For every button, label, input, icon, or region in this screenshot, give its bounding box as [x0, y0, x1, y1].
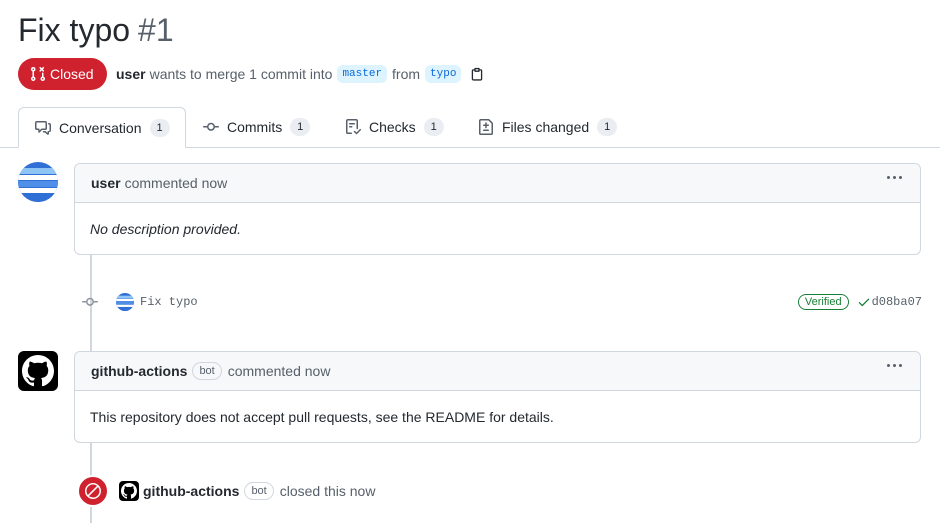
state-label: Closed: [50, 66, 94, 82]
comment-timestamp: commented now: [227, 363, 331, 379]
tab-files-changed-count: 1: [597, 118, 618, 136]
closed-event: github-actions bot closed this now: [77, 475, 376, 507]
head-branch[interactable]: typo: [425, 65, 462, 83]
checklist-icon: [346, 119, 361, 135]
copy-icon: [472, 67, 483, 81]
comment-discussion-icon: [35, 120, 51, 135]
bot-label: bot: [244, 482, 274, 500]
merge-text: wants to merge 1 commit into: [149, 66, 333, 82]
comment-timestamp: commented now: [124, 175, 228, 191]
comment-options-button[interactable]: [887, 364, 902, 367]
comment-options-button[interactable]: [887, 176, 902, 179]
github-mark-icon: [22, 355, 54, 387]
state-badge: Closed: [18, 58, 107, 90]
comment-body: No description provided.: [75, 203, 920, 254]
file-diff-icon: [479, 119, 493, 135]
comment-box: github-actions bot commented now This re…: [74, 351, 921, 443]
pr-title: Fix typo: [18, 12, 131, 48]
tab-conversation-label: Conversation: [59, 119, 142, 136]
commit-item: Fix typo Verified d08ba07: [82, 290, 922, 314]
pr-meta: user wants to merge 1 commit into master…: [116, 58, 484, 90]
event-text: closed this now: [279, 483, 376, 499]
base-branch[interactable]: master: [337, 65, 388, 83]
avatar[interactable]: [18, 162, 58, 202]
tab-checks[interactable]: Checks 1: [345, 107, 444, 147]
pr-author-link[interactable]: user: [116, 66, 146, 82]
git-commit-icon: [203, 122, 219, 131]
comment-header: github-actions bot commented now: [75, 352, 920, 391]
check-icon: [858, 298, 869, 307]
tab-commits[interactable]: Commits 1: [203, 107, 311, 147]
comment-header: user commented now: [75, 164, 920, 203]
git-commit-icon: [82, 297, 98, 306]
comment-text: No description provided.: [90, 220, 241, 237]
tab-commits-count: 1: [290, 118, 311, 136]
closed-badge: [77, 475, 109, 507]
tab-conversation-count: 1: [149, 118, 170, 137]
tab-checks-label: Checks: [369, 119, 416, 135]
avatar[interactable]: [18, 351, 58, 391]
commit-message-link[interactable]: Fix typo: [140, 295, 198, 309]
commit-sha-link[interactable]: d08ba07: [872, 295, 922, 309]
pr-number: #1: [138, 12, 174, 48]
user-avatar-icon: [18, 162, 58, 202]
comment-body: This repository does not accept pull req…: [75, 391, 920, 442]
circle-slash-icon: [85, 483, 101, 499]
comment-text: This repository does not accept pull req…: [90, 408, 554, 425]
from-text: from: [392, 66, 421, 82]
page-title: Fix typo #1: [18, 10, 174, 50]
git-pull-request-closed-icon: [31, 66, 45, 82]
copy-branch-button[interactable]: [470, 67, 484, 81]
tab-conversation[interactable]: Conversation 1: [18, 107, 186, 148]
bot-label: bot: [192, 362, 222, 380]
verified-badge[interactable]: Verified: [797, 294, 849, 310]
tab-files-changed-label: Files changed: [502, 119, 590, 135]
github-mark-icon: [121, 483, 137, 499]
comment-author-link[interactable]: user: [91, 175, 121, 191]
event-actor-link[interactable]: github-actions: [143, 483, 239, 499]
avatar[interactable]: [119, 481, 139, 501]
comment-author-link[interactable]: github-actions: [91, 363, 187, 379]
comment-box: user commented now No description provid…: [74, 163, 921, 255]
avatar: [116, 293, 134, 311]
tab-commits-label: Commits: [227, 119, 283, 135]
tab-files-changed[interactable]: Files changed 1: [478, 107, 618, 147]
tab-checks-count: 1: [423, 118, 444, 136]
